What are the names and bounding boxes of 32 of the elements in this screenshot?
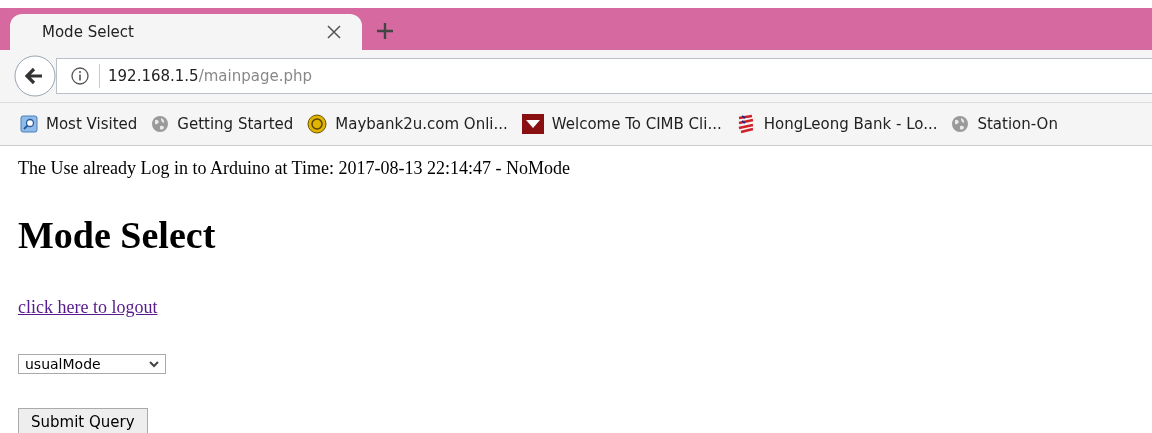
tab-title: Mode Select	[42, 23, 134, 41]
bookmark-label: HongLeong Bank - Lo...	[763, 115, 938, 133]
url-path: /mainpage.php	[198, 67, 312, 85]
bookmark-item[interactable]: Maybank2u.com Onli...	[307, 114, 508, 134]
new-tab-icon[interactable]	[376, 22, 394, 40]
bookmark-label: Station-On	[977, 115, 1058, 133]
browser-tab[interactable]: Mode Select	[10, 14, 362, 50]
page-heading: Mode Select	[18, 213, 217, 257]
bookmark-label: Maybank2u.com Onli...	[335, 115, 508, 133]
globe-icon	[951, 115, 970, 133]
address-bar[interactable]: 192.168.1.5/mainpage.php	[56, 58, 1152, 94]
info-icon[interactable]	[71, 67, 89, 85]
bookmark-item[interactable]: Most Visited	[20, 115, 138, 133]
globe-icon	[151, 115, 170, 133]
login-status-text: The Use already Log in to Arduino at Time: 2017-08-13 22:14:47 - NoMode	[18, 158, 571, 179]
bookmark-label: Welcome To CIMB Cli...	[551, 115, 722, 133]
submit-button[interactable]: Submit Query	[18, 408, 148, 433]
close-icon[interactable]	[326, 24, 342, 40]
coin-icon	[307, 114, 328, 134]
mode-dropdown[interactable]: usualMode	[18, 354, 166, 374]
url-host: 192.168.1.5	[108, 67, 199, 85]
logout-link[interactable]: click here to logout	[18, 297, 158, 318]
bookmark-item[interactable]: Station-On	[951, 115, 1058, 133]
bookmark-item[interactable]: Welcome To CIMB Cli...	[521, 114, 722, 134]
folder-icon	[20, 115, 38, 133]
chevron-down-icon	[149, 360, 159, 368]
flag-icon	[521, 114, 544, 134]
bookmark-label: Getting Started	[177, 115, 294, 133]
bookmark-item[interactable]: Getting Started	[151, 115, 294, 133]
back-icon[interactable]	[14, 55, 56, 97]
bookmark-item[interactable]: HongLeong Bank - Lo...	[735, 114, 938, 134]
bookmark-label: Most Visited	[46, 115, 138, 133]
